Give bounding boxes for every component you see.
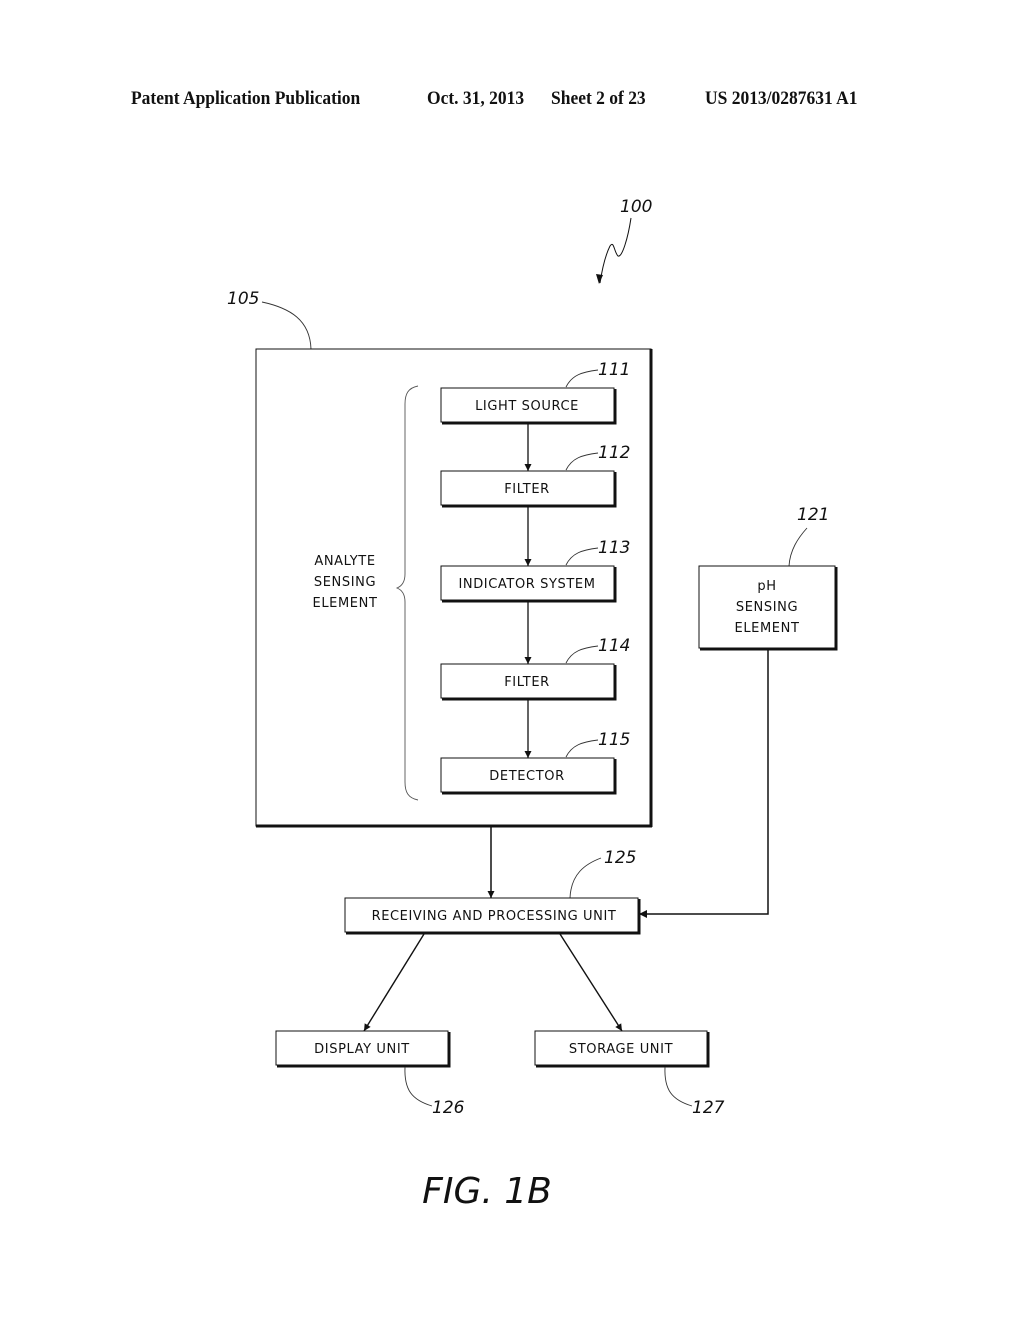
group-label-line-1: ANALYTE [314, 554, 375, 569]
ref-121-leader [788, 527, 808, 567]
block-filter-1: FILTER [440, 470, 617, 508]
processing-unit-label: RECEIVING AND PROCESSING UNIT [372, 909, 617, 924]
light-source-label: LIGHT SOURCE [475, 399, 579, 414]
ref-100-arrowhead [596, 274, 603, 284]
ref-121: 121 [797, 505, 829, 525]
ph-label-line-2: SENSING [736, 600, 798, 615]
ref-105: 105 [227, 289, 259, 309]
detector-label: DETECTOR [489, 769, 564, 784]
ref-114: 114 [598, 636, 630, 656]
indicator-system-label: INDICATOR SYSTEM [458, 577, 595, 592]
group-label-line-2: SENSING [314, 575, 376, 590]
block-receiving-processing-unit: RECEIVING AND PROCESSING UNIT [344, 897, 641, 935]
ref-127-leader [664, 1066, 693, 1107]
ref-115: 115 [598, 730, 630, 750]
ref-111: 111 [598, 360, 630, 380]
block-light-source: LIGHT SOURCE [440, 387, 617, 425]
ph-label-line-1: pH [757, 579, 776, 594]
figure-label: FIG. 1B [422, 1171, 552, 1212]
storage-unit-label: STORAGE UNIT [569, 1042, 673, 1057]
block-ph-sensing-element: pH SENSING ELEMENT [698, 565, 838, 651]
arrow-ph-to-processing [639, 650, 769, 918]
ref-114-leader [565, 645, 599, 664]
filter-2-label: FILTER [504, 675, 550, 690]
display-unit-label: DISPLAY UNIT [314, 1042, 410, 1057]
brace-icon [395, 385, 419, 801]
ref-113-leader [565, 547, 599, 566]
ref-105-leader [261, 301, 312, 350]
filter-1-label: FILTER [504, 482, 550, 497]
ref-126-leader [404, 1066, 433, 1107]
block-detector: DETECTOR [440, 757, 617, 795]
block-storage-unit: STORAGE UNIT [534, 1030, 710, 1068]
ref-112: 112 [598, 443, 630, 463]
group-label-line-3: ELEMENT [313, 596, 378, 611]
arrow-processing-to-storage [559, 933, 623, 1032]
ref-126: 126 [432, 1098, 465, 1118]
ph-label-line-3: ELEMENT [735, 621, 800, 636]
block-indicator-system: INDICATOR SYSTEM [440, 565, 617, 603]
ref-112-leader [565, 452, 599, 471]
ref-125: 125 [604, 848, 636, 868]
block-filter-2: FILTER [440, 663, 617, 701]
ref-113: 113 [598, 538, 630, 558]
arrow-processing-to-display [363, 933, 425, 1032]
block-diagram: 100 105 ANALYTE SENSING ELEMENT LIGHT SO… [227, 197, 838, 1212]
block-display-unit: DISPLAY UNIT [275, 1030, 451, 1068]
ref-115-leader [565, 739, 599, 758]
ref-127: 127 [692, 1098, 725, 1118]
ref-111-leader [565, 369, 599, 388]
ref-125-leader [569, 857, 602, 899]
ref-100: 100 [620, 197, 652, 217]
ref-100-leader [599, 217, 632, 284]
